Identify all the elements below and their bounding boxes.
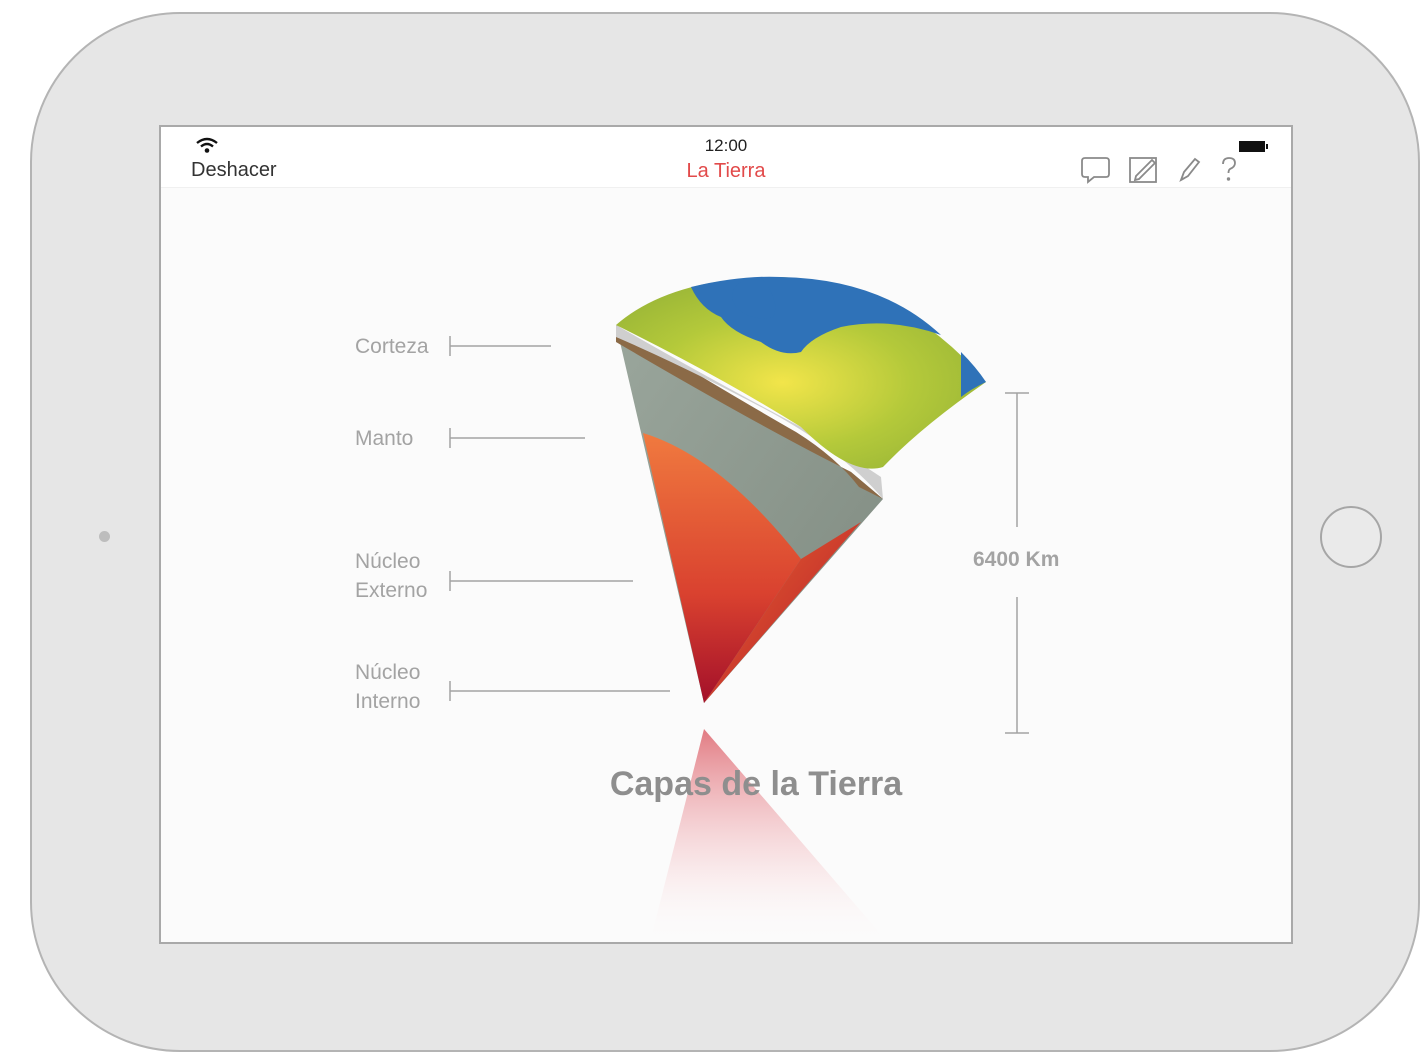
front-camera [99,531,110,542]
tablet-screen: 12:00 Deshacer La Tierra Corteza Manto N… [159,125,1293,944]
crust-label: Corteza [355,335,429,358]
outer-core-label: Núcleo Externo [355,550,428,602]
diagram-title: Capas de la Tierra [609,765,903,803]
home-button[interactable] [1320,506,1382,568]
radius-label: 6400 Km [973,548,1060,571]
mantle-label: Manto [355,427,414,450]
inner-core-label: Núcleo Interno [355,661,421,713]
wedge-reflection [650,729,888,942]
earth-layers-diagram [449,276,1029,942]
